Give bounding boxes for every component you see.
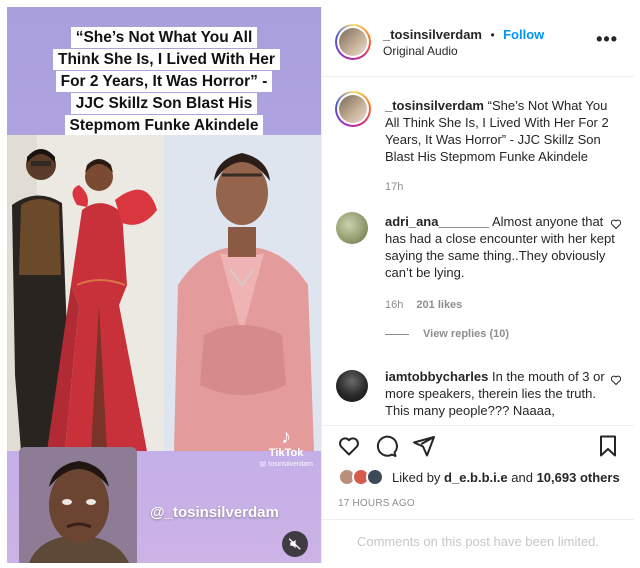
author-username[interactable]: _tosinsilverdam [383,27,482,42]
liked-by-others[interactable]: 10,693 others [537,470,620,485]
speaker-muted-icon [288,538,301,550]
post-header: _tosinsilverdam • Follow Original Audio … [322,7,634,77]
mute-button[interactable] [282,531,308,557]
author-avatar[interactable] [335,24,371,60]
comment-likes[interactable]: 201 likes [416,299,462,311]
tiktok-handle: @ tosinsilverdam [259,461,313,468]
caption-username[interactable]: _tosinsilverdam [385,98,484,113]
follow-button[interactable]: Follow [503,27,544,42]
comment-icon[interactable] [374,434,398,458]
tiktok-watermark: ♪ TikTok @ tosinsilverdam [259,427,313,468]
liked-by-prefix: Liked by [392,470,441,485]
caption-avatar[interactable] [335,91,371,127]
bookmark-icon[interactable] [596,434,620,458]
media-headline-text: “She’s Not What You All Think She Is, I … [53,27,280,136]
media-headline: “She’s Not What You All Think She Is, I … [53,27,280,137]
comment-username[interactable]: iamtobbycharles [385,369,488,384]
comment-heart-icon[interactable] [610,218,622,230]
view-replies-button[interactable]: View replies (10) [385,328,509,340]
comments-limited-notice: Comments on this post have been limited. [322,519,634,563]
liked-by-row[interactable]: Liked by d_e.b.b.i.e and 10,693 others [322,465,634,491]
couple-photo [7,135,164,451]
portrait-photo [164,135,321,451]
post-timestamp[interactable]: 17 HOURS AGO [338,498,415,509]
tiktok-logo-icon: ♪ [281,426,292,448]
commenter-avatar[interactable] [336,212,368,244]
comment-heart-icon[interactable] [610,374,622,386]
audio-label[interactable]: Original Audio [383,44,458,58]
tiktok-label: TikTok [268,447,304,459]
comment-username[interactable]: adri_ana_______ [385,214,489,229]
liked-by-text: Liked by d_e.b.b.i.e and 10,693 others [392,470,620,485]
commenter-avatar[interactable] [336,370,368,402]
action-bar [322,425,634,463]
post-media[interactable]: “She’s Not What You All Think She Is, I … [7,7,321,563]
comments-section[interactable]: _tosinsilverdam “She’s Not What You All … [322,78,634,424]
header-separator: • [490,28,495,42]
reaction-video-face [19,447,137,563]
comment-time[interactable]: 16h [385,299,403,311]
replies-divider [385,333,409,335]
liked-by-joiner: and [511,470,533,485]
media-handle-overlay: @_tosinsilverdam [150,504,279,521]
heart-icon[interactable] [337,434,361,458]
more-horizontal-icon[interactable]: ••• [596,29,618,50]
post-side-panel: _tosinsilverdam • Follow Original Audio … [321,7,634,563]
caption-time[interactable]: 17h [385,181,403,193]
liker-avatar [366,468,384,486]
share-icon[interactable] [412,434,436,458]
view-replies-label: View replies (10) [423,328,510,340]
liked-by-user[interactable]: d_e.b.b.i.e [444,470,508,485]
